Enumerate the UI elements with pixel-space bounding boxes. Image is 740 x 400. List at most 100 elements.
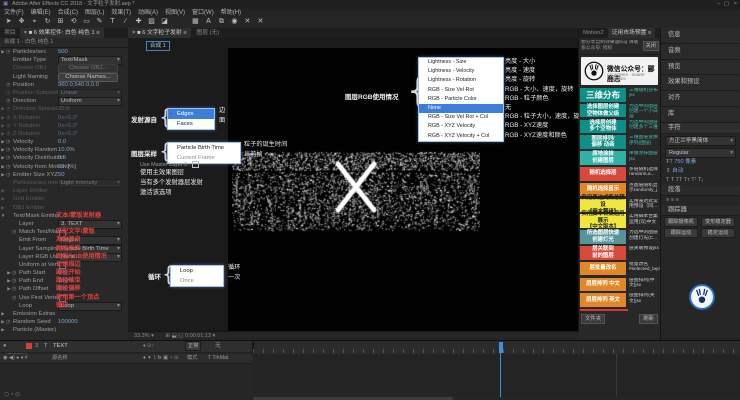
property-row[interactable]: ◷Choose OBJ Choose OBJ... [0, 64, 128, 72]
property-row[interactable]: ◷Layer RGB Usage None 图层RGB使用情况 [0, 253, 128, 261]
panel-menu-icon[interactable]: ≡ [183, 30, 186, 36]
script-row[interactable]: 层层排列 中文 层图排列(中文)jsx [579, 277, 660, 293]
script-chip[interactable]: 图层排列/ 偏移 动画 [580, 135, 626, 149]
property-row[interactable]: ▶◷Z Rotation 0x+0.0° [0, 130, 128, 138]
stopwatch-icon[interactable]: ◷ [6, 81, 13, 89]
tab-script-market[interactable]: 泛用市场预置 ≡ [608, 28, 656, 38]
script-row[interactable]: 选择层创建 多个空物体 为选中的图层创建多个三维 [579, 119, 660, 135]
panel-tab[interactable]: 库 [661, 107, 740, 123]
twirl-icon[interactable]: ▶ [0, 187, 6, 195]
script-row[interactable]: 层批量改名 批量改名 #selected_laye... [579, 261, 660, 277]
script-row[interactable]: 随机选择层 多层随机选择randomLa... [579, 166, 660, 182]
property-value[interactable]: 0.5 [58, 154, 66, 162]
toolbar-extra-icon[interactable]: ▦ [189, 17, 202, 27]
menu-item[interactable]: 窗口(W) [192, 10, 214, 16]
stopwatch-icon[interactable]: ◷ [6, 171, 13, 179]
dropdown-option[interactable]: ✓Once [171, 276, 223, 286]
property-row[interactable]: ◷Loop Loop 循环 [0, 302, 128, 310]
tab-project[interactable]: 项目 [0, 28, 20, 38]
dropdown-option[interactable]: ✓RGB - Particle Color [419, 95, 503, 104]
property-row[interactable]: ▶◷Random Seed 100000 [0, 318, 128, 326]
menu-item[interactable]: 帮助(H) [221, 10, 241, 16]
paragraph-align-icons[interactable]: ≡ ≡ ≡ [661, 196, 740, 205]
panel-tab[interactable]: 对齐 [661, 91, 740, 107]
tab-close-icon[interactable]: × [24, 30, 27, 36]
panel-tab[interactable]: 效果和预设 [661, 75, 740, 91]
property-row[interactable]: ▶◷Grid Emitter [0, 195, 128, 203]
stopwatch-icon[interactable]: ◷ [12, 294, 19, 302]
tool-icon[interactable]: ⌖ [28, 17, 41, 27]
dropdown-option[interactable]: ✓RGB - Size Vel Rot [419, 86, 503, 95]
property-value[interactable]: 0x+0.0° [58, 130, 78, 138]
script-row[interactable]: 所选图层快速 创建灯光 为选中的图层创建灯光(C... [579, 229, 660, 245]
stopwatch-icon[interactable]: ◷ [6, 163, 13, 171]
property-row[interactable]: ▶◷Emitter Size XYZ 50 [0, 171, 128, 179]
stopwatch-icon[interactable]: ◷ [6, 48, 13, 56]
tracker-panel-header[interactable]: 跟踪器 [661, 205, 740, 216]
script-row[interactable]: 层层排列 英文 层图排列(英文)jsx [579, 292, 660, 308]
property-value[interactable]: 0x+0.0° [58, 122, 78, 130]
script-chip[interactable]: 选择层创建 多个空物体 [580, 120, 626, 134]
refresh-button[interactable]: 刷新 [639, 314, 658, 324]
tool-icon[interactable]: ▭ [80, 17, 93, 27]
property-row[interactable]: ◷Direction Uniform [0, 97, 128, 105]
script-row[interactable]: 层关联到 前的图层 层关联预设jsx [579, 245, 660, 261]
tool-icon[interactable]: ▨ [145, 17, 158, 27]
property-row[interactable]: ▶◷Y Rotation 0x+0.0° [0, 122, 128, 130]
property-row[interactable]: ▶◷Direction Spread 20.0 [0, 105, 128, 113]
property-value[interactable]: 960.0,540.0,0.0 [58, 81, 99, 89]
font-style-select[interactable]: Regular [665, 148, 736, 158]
tool-icon[interactable]: ⟲ [67, 17, 80, 27]
property-value[interactable]: 20.0 [58, 105, 69, 113]
panel-menu-icon[interactable]: ≡ [96, 30, 99, 36]
dropdown-option[interactable]: ✓Lightness - Size [419, 58, 503, 67]
stopwatch-icon[interactable]: ◷ [6, 130, 13, 138]
layer-row[interactable]: ● 3 T TEXT ♦ ⊙ ∕ 正常 无 [0, 341, 252, 353]
menu-item[interactable]: 动画(A) [138, 10, 158, 16]
property-row[interactable]: ◷Position Subpixel Linear [0, 89, 128, 97]
type-style-toggles[interactable]: T T TT Tт T¹ T₁ [661, 176, 740, 185]
eye-icon[interactable]: ● [3, 341, 7, 352]
script-chip[interactable]: 层批量改名 [580, 262, 626, 276]
tab-effect-controls[interactable]: × ■ 6 效果控件: 白色 纯色 1 ≡ [20, 28, 104, 38]
tracker-button[interactable]: 跟踪摄像机 [664, 217, 698, 227]
stopwatch-icon[interactable]: ◷ [6, 97, 13, 105]
script-row[interactable]: 选择图层创建 空物体做父级 为选中的图层创建一个小白块 [579, 103, 660, 119]
tool-icon[interactable]: ➤ [2, 17, 15, 27]
property-row[interactable]: ◷Emitter Type Text/Mask [0, 56, 128, 64]
property-row[interactable]: ▶◷Velocity Distribution 0.5 [0, 154, 128, 162]
property-value[interactable]: 0.0 [58, 138, 66, 146]
tool-icon[interactable]: ✎ [93, 17, 106, 27]
tool-icon[interactable]: ✥ [15, 17, 28, 27]
twirl-icon[interactable]: ▶ [0, 204, 6, 212]
stopwatch-icon[interactable]: ◷ [12, 285, 19, 293]
layer-name[interactable]: TEXT [53, 341, 68, 352]
trkmat-header[interactable]: T TrkMat [208, 354, 228, 363]
script-chip[interactable]: 层层排列 中文 [580, 278, 626, 292]
script-chip[interactable]: 层关联到 前的图层 [580, 246, 626, 260]
menu-item[interactable]: 文件(F) [4, 10, 24, 16]
viewer-status-icons[interactable]: ⊞ ⬓ ◱ 0;00;01;13 ▾ [165, 333, 215, 339]
twirl-icon[interactable]: ▶ [0, 310, 6, 318]
panel-tab[interactable]: 信息 [661, 28, 740, 44]
dropdown-option[interactable]: ✓Loop [171, 266, 223, 276]
panel-tab[interactable]: 音频 [661, 44, 740, 60]
tab-composition[interactable]: × ■ 6 文字粒子发射 ≡ [128, 28, 191, 38]
stopwatch-icon[interactable]: ◷ [6, 138, 13, 146]
stopwatch-icon[interactable]: ◷ [6, 89, 13, 97]
trkmat-value[interactable]: 无 [215, 341, 221, 352]
property-row[interactable]: ◷Use First Vertex 使用第一个顶点 [0, 294, 128, 302]
property-row[interactable]: ▶◷OBJ Emitter [0, 204, 128, 212]
property-row[interactable]: ▶◷Emission Extras [0, 310, 128, 318]
property-row[interactable]: ◷Light Naming Choose Names... [0, 73, 128, 81]
stopwatch-icon[interactable]: ◷ [6, 122, 13, 130]
script-row[interactable]: 原地涂抹 创建图层 单独涂抹图层jsx [579, 150, 660, 166]
folder-button[interactable]: 文件夹 [581, 314, 605, 324]
dropdown-option[interactable]: ▪Edges [168, 109, 214, 119]
property-row[interactable]: ▶◷Layer Emitter [0, 187, 128, 195]
property-row[interactable]: ▶◷Velocity from Motion [%] 20.0 [0, 163, 128, 171]
toolbar-extra-icon[interactable]: ⧉ [215, 17, 228, 27]
tab-layer-viewer[interactable]: 图层 (无) [192, 28, 223, 38]
script-row[interactable]: 图层排列/ 偏移 动画 三维图层变换序列(图层) [579, 134, 660, 150]
panel-menu-icon[interactable]: ≡ [648, 30, 651, 36]
